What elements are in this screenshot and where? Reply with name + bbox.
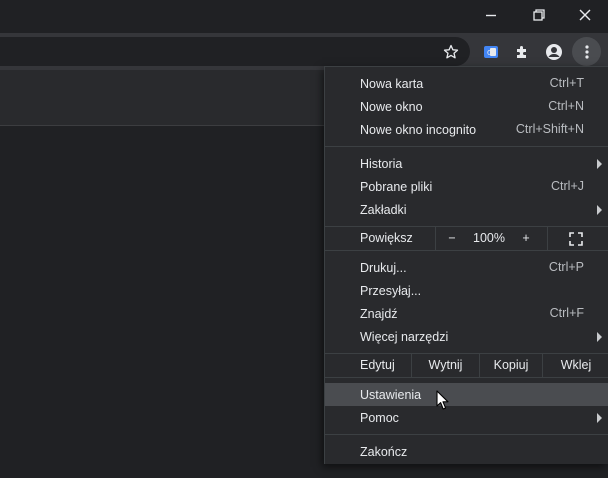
mouse-cursor-icon [436, 390, 449, 410]
menu-item-label: Pomoc [360, 410, 399, 425]
close-window-button[interactable] [562, 0, 608, 30]
submenu-arrow-icon [597, 205, 602, 215]
fullscreen-button[interactable] [563, 227, 589, 250]
menu-item-print[interactable]: Drukuj... Ctrl+P [325, 256, 608, 279]
chrome-menu-button[interactable] [572, 37, 601, 66]
page-header-strip [0, 70, 330, 126]
submenu-arrow-icon [597, 332, 602, 342]
menu-item-label: Nowa karta [360, 76, 424, 91]
cut-button[interactable]: Wytnij [412, 354, 479, 377]
chrome-main-menu: Nowa karta Ctrl+T Nowe okno Ctrl+N Nowe … [324, 66, 608, 464]
translate-extension-button[interactable]: G [476, 37, 505, 66]
shortcut-label: Ctrl+P [548, 260, 584, 274]
star-icon [443, 44, 458, 58]
menu-item-label: Pobrane pliki [360, 179, 433, 194]
svg-text:G: G [487, 49, 492, 57]
menu-item-settings[interactable]: Ustawienia [325, 383, 608, 406]
menu-separator [325, 146, 608, 147]
menu-item-label: Zakładki [360, 202, 407, 217]
zoom-out-button[interactable]: − [441, 227, 463, 250]
shortcut-label: Ctrl+N [548, 99, 584, 113]
menu-item-new-window[interactable]: Nowe okno Ctrl+N [325, 95, 608, 118]
menu-item-new-incognito[interactable]: Nowe okno incognito Ctrl+Shift+N [325, 118, 608, 141]
menu-edit-row: Edytuj Wytnij Kopiuj Wklej [325, 354, 608, 377]
menu-item-label: Ustawienia [360, 387, 422, 402]
menu-item-label: Zakończ [360, 444, 408, 459]
shortcut-label: Ctrl+T [549, 76, 584, 90]
menu-item-history[interactable]: Historia [325, 152, 608, 175]
zoom-in-button[interactable]: + [515, 227, 537, 250]
close-icon [579, 9, 591, 21]
submenu-arrow-icon [597, 413, 602, 423]
profile-avatar-icon [545, 43, 562, 60]
restore-icon [533, 9, 545, 21]
menu-item-label: Więcej narzędzi [360, 329, 449, 344]
menu-item-label: Przesyłaj... [360, 283, 422, 298]
zoom-divider [547, 227, 548, 250]
zoom-level-value: 100% [473, 231, 505, 245]
translate-extension-icon: G [483, 45, 498, 58]
puzzle-extensions-icon [516, 45, 526, 58]
toolbar: G [0, 33, 608, 70]
menu-item-help[interactable]: Pomoc [325, 406, 608, 429]
menu-item-more-tools[interactable]: Więcej narzędzi [325, 325, 608, 348]
minimize-button[interactable] [468, 0, 514, 30]
minimize-icon [486, 14, 496, 17]
submenu-arrow-icon [597, 159, 602, 169]
extensions-button[interactable] [507, 37, 536, 66]
profile-button[interactable] [539, 37, 568, 66]
menu-item-label: Historia [360, 156, 403, 171]
menu-separator [325, 250, 608, 251]
paste-button[interactable]: Wklej [543, 354, 608, 377]
title-bar [0, 0, 608, 33]
menu-item-new-tab[interactable]: Nowa karta Ctrl+T [325, 72, 608, 95]
menu-separator [325, 434, 608, 435]
shortcut-label: Ctrl+Shift+N [515, 122, 584, 136]
menu-item-label: Nowe okno [360, 99, 423, 114]
menu-item-label: Nowe okno incognito [360, 122, 477, 137]
fullscreen-icon [569, 232, 583, 246]
menu-item-label: Drukuj... [360, 260, 407, 275]
shortcut-label: Ctrl+F [549, 306, 584, 320]
menu-item-bookmarks[interactable]: Zakładki [325, 198, 608, 221]
menu-item-exit[interactable]: Zakończ [325, 440, 608, 463]
zoom-divider [435, 227, 436, 250]
edit-label: Edytuj [360, 358, 395, 372]
shortcut-label: Ctrl+J [551, 179, 584, 193]
bookmark-star-button[interactable] [436, 37, 465, 66]
zoom-label: Powiększ [360, 231, 413, 245]
kebab-menu-icon [584, 44, 589, 59]
menu-zoom-row: Powiększ − 100% + [325, 227, 608, 250]
menu-item-cast[interactable]: Przesyłaj... [325, 279, 608, 302]
copy-button[interactable]: Kopiuj [480, 354, 542, 377]
menu-item-label: Znajdź [360, 306, 398, 321]
address-bar[interactable] [0, 37, 470, 66]
restore-button[interactable] [516, 0, 562, 30]
menu-item-find[interactable]: Znajdź Ctrl+F [325, 302, 608, 325]
menu-separator [325, 377, 608, 378]
menu-item-downloads[interactable]: Pobrane pliki Ctrl+J [325, 175, 608, 198]
